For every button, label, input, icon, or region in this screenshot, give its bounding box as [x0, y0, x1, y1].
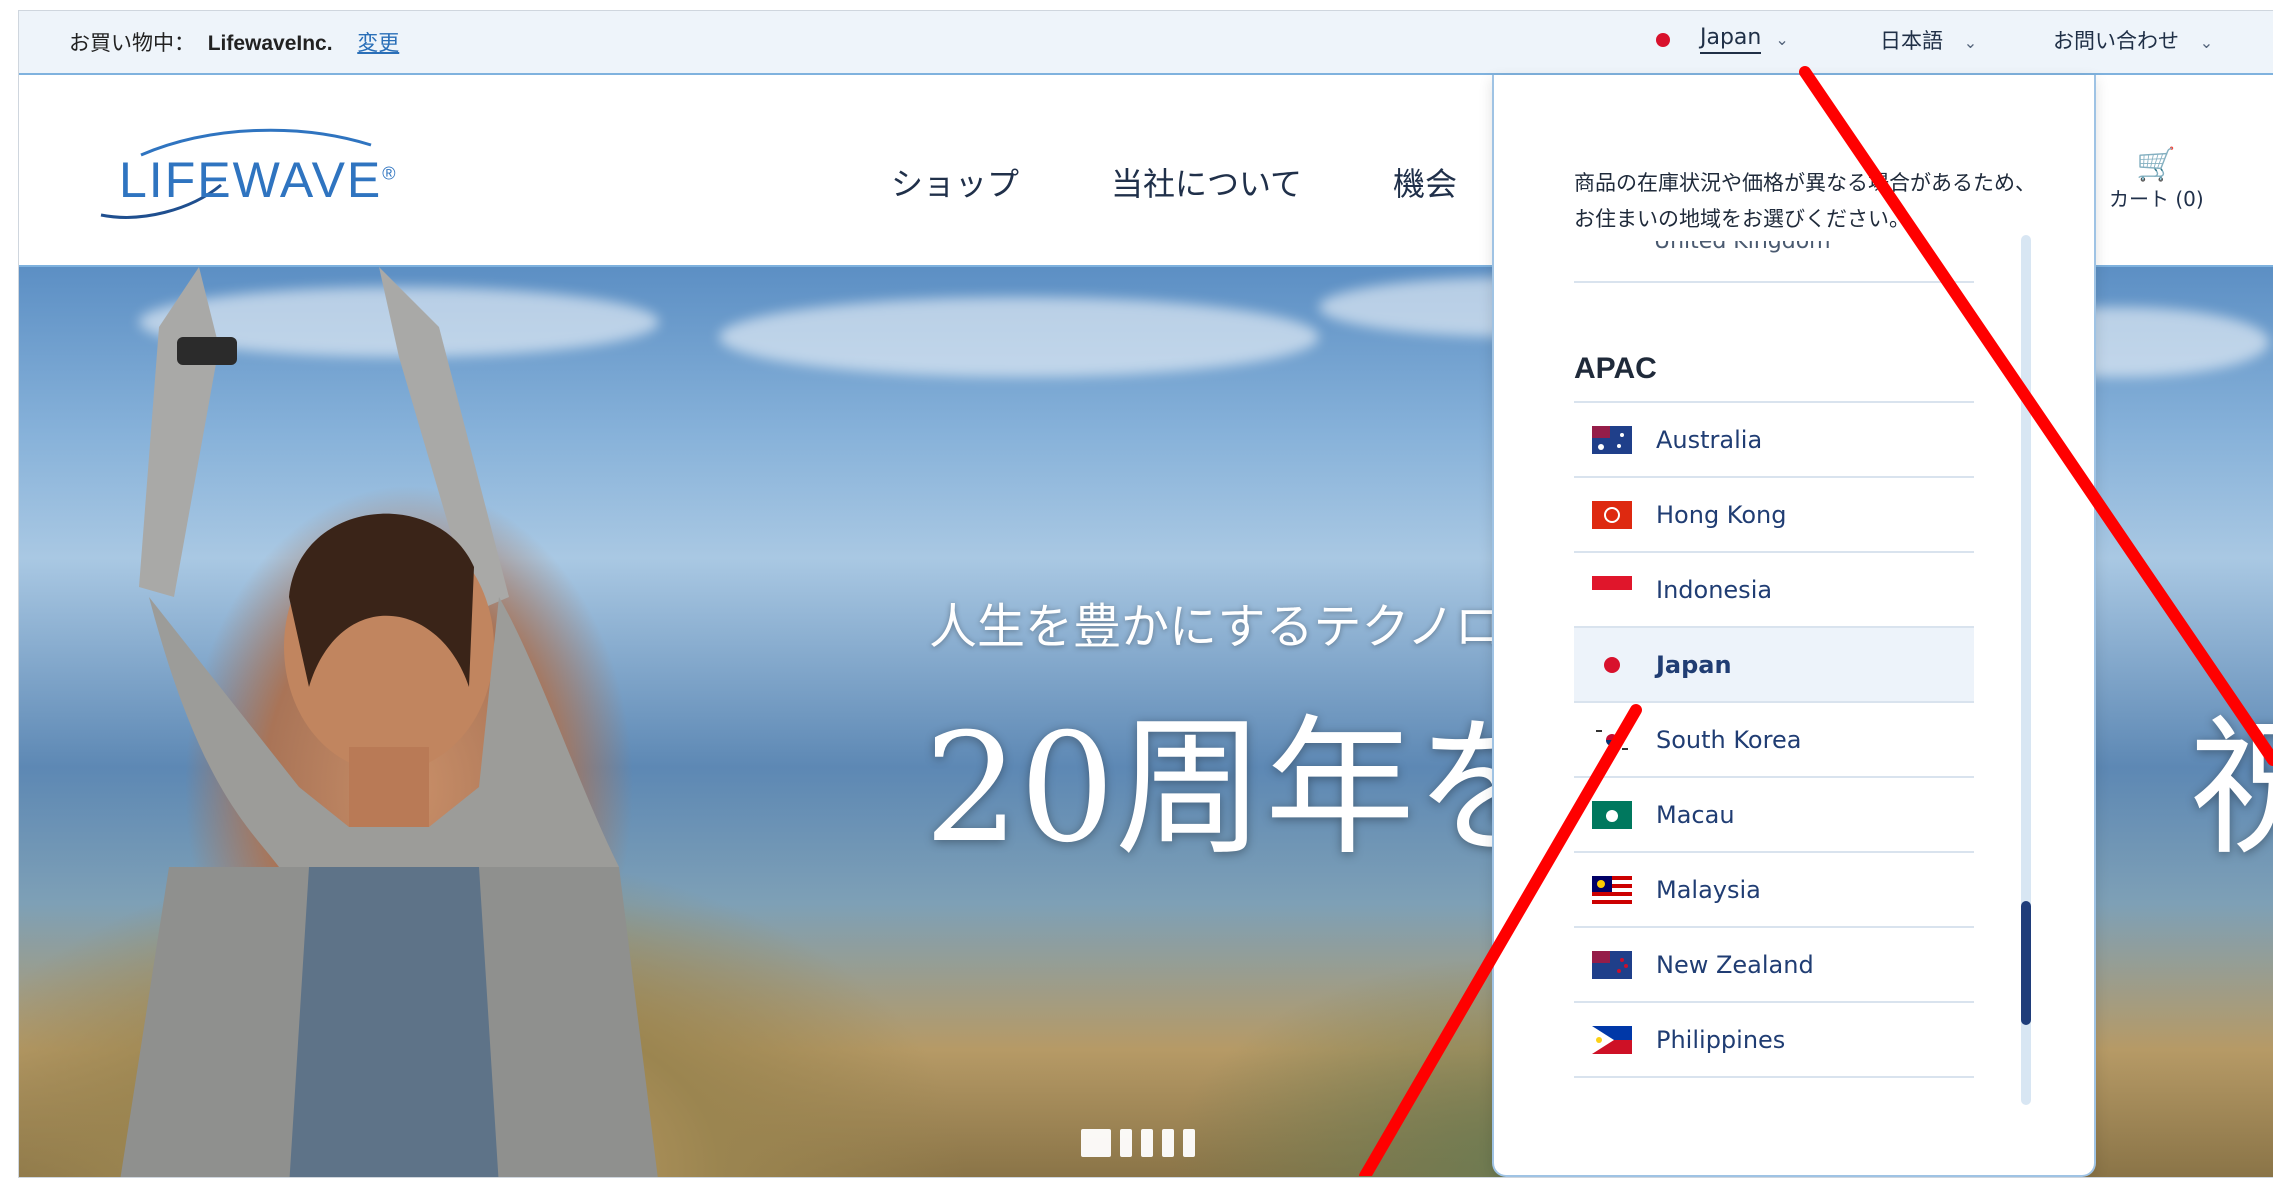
- country-item-hong-kong[interactable]: Hong Kong: [1574, 478, 1974, 553]
- lifewave-logo[interactable]: LIFEWAVE®: [71, 115, 411, 225]
- language-selector[interactable]: 日本語 ⌄: [1880, 25, 1977, 55]
- carousel-dot-3[interactable]: [1141, 1129, 1153, 1157]
- country-dropdown: 商品の在庫状況や価格が異なる場合があるため、お住まいの地域をお選びください。 U…: [1492, 75, 2096, 1177]
- cart-button[interactable]: 🛒 カート (0): [2109, 145, 2204, 212]
- dropdown-scrollbar-thumb[interactable]: [2021, 901, 2031, 1025]
- dropdown-note: 商品の在庫状況や価格が異なる場合があるため、お住まいの地域をお選びください。: [1574, 171, 2036, 231]
- chevron-down-icon: ⌄: [2199, 33, 2214, 52]
- country-item-macau[interactable]: Macau: [1574, 778, 1974, 853]
- country-item-philippines[interactable]: Philippines: [1574, 1003, 1974, 1078]
- carousel-dot-1[interactable]: [1081, 1129, 1111, 1157]
- cart-icon: 🛒: [2136, 145, 2177, 183]
- country-item-malaysia[interactable]: Malaysia: [1574, 853, 1974, 928]
- japan-flag-icon: [1592, 650, 1632, 679]
- logo-text: LIFEWAVE®: [119, 152, 398, 208]
- country-list[interactable]: United Kingdom APAC Australia Hong Kong: [1574, 241, 1974, 1121]
- country-item-japan[interactable]: Japan: [1574, 628, 1974, 703]
- nav-opportunity[interactable]: 機会: [1393, 159, 1457, 205]
- store-name: LifewaveInc.: [207, 32, 333, 55]
- cloud: [719, 297, 1319, 377]
- contact-menu[interactable]: お問い合わせ ⌄: [2053, 25, 2213, 55]
- country-selector[interactable]: Japan ⌄: [1656, 25, 1789, 54]
- chevron-down-icon: ⌄: [1775, 30, 1789, 49]
- country-item-indonesia[interactable]: Indonesia: [1574, 553, 1974, 628]
- change-store-link[interactable]: 変更: [357, 31, 399, 55]
- browser-page: お買い物中： LifewaveInc. 変更 Japan ⌄ 日本語 ⌄ お問い…: [18, 10, 2273, 1178]
- south-korea-flag-icon: [1592, 725, 1632, 754]
- country-selector-label: Japan: [1700, 25, 1762, 54]
- new-zealand-flag-icon: [1592, 950, 1632, 979]
- country-item-new-zealand[interactable]: New Zealand: [1574, 928, 1974, 1003]
- hero-title: 20周年を: [924, 702, 1565, 876]
- hero-title-continued: 祝う: [2189, 667, 2273, 884]
- nav-shop[interactable]: ショップ: [891, 159, 1019, 205]
- utility-bar: お買い物中： LifewaveInc. 変更 Japan ⌄ 日本語 ⌄ お問い…: [19, 11, 2273, 75]
- carousel-dot-2[interactable]: [1120, 1129, 1132, 1157]
- shopping-label: お買い物中：: [69, 31, 195, 55]
- region-heading-apac: APAC: [1574, 345, 1974, 403]
- philippines-flag-icon: [1592, 1025, 1632, 1054]
- carousel-indicators: [1081, 1129, 1195, 1157]
- japan-flag-icon: [1656, 32, 1670, 47]
- nav-about[interactable]: 当社について: [1111, 159, 1302, 205]
- country-item-south-korea[interactable]: South Korea: [1574, 703, 1974, 778]
- list-item-united-kingdom[interactable]: United Kingdom: [1574, 241, 1974, 283]
- shopping-location: お買い物中： LifewaveInc. 変更: [69, 27, 399, 57]
- chevron-down-icon: ⌄: [1963, 33, 1978, 52]
- indonesia-flag-icon: [1592, 575, 1632, 604]
- language-label: 日本語: [1880, 29, 1943, 53]
- carousel-dot-4[interactable]: [1162, 1129, 1174, 1157]
- malaysia-flag-icon: [1592, 875, 1632, 904]
- macau-flag-icon: [1592, 800, 1632, 829]
- australia-flag-icon: [1592, 425, 1632, 454]
- hong-kong-flag-icon: [1592, 500, 1632, 529]
- contact-label: お問い合わせ: [2053, 29, 2179, 53]
- country-item-australia[interactable]: Australia: [1574, 403, 1974, 478]
- carousel-dot-5[interactable]: [1183, 1129, 1195, 1157]
- cart-label: カート (0): [2109, 187, 2204, 211]
- hero-subtitle: 人生を豊かにするテクノロ: [929, 601, 1503, 654]
- hero-woman-image: [120, 267, 658, 1177]
